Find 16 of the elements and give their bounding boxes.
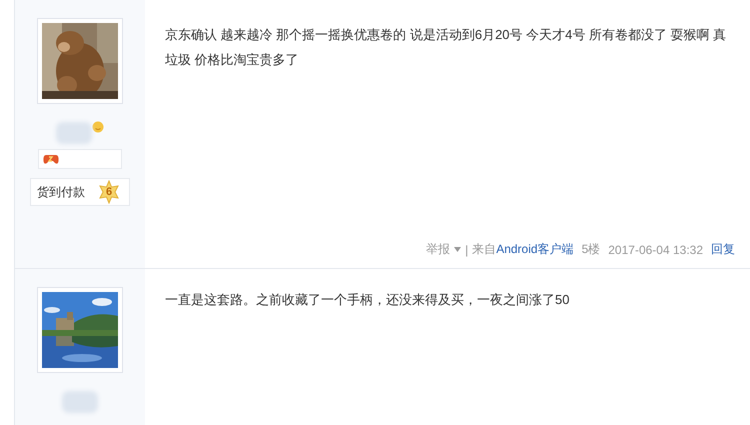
blurred-username [62,391,98,413]
smiley-icon [92,121,104,133]
reply-link[interactable]: 回复 [711,241,735,258]
post-text: 一直是这套路。之前收藏了一个手柄，还没来得及买，一夜之间涨了50 [165,291,570,309]
separator: | [465,242,468,256]
rank-level: 6 [106,186,112,198]
post-time: 2017-06-04 13:32 [608,242,703,256]
rank-label: 货到付款 [37,184,85,200]
source-link[interactable]: Android客户端 [496,242,574,256]
source-prefix: 来自 [472,242,496,256]
star-icon [97,180,121,204]
post-text: 京东确认 越来越冷 那个摇一摇换优惠卷的 说是活动到6月20号 今天才4号 所有卷都没了 耍猴啊 真垃圾 价格比淘宝贵多了 [165,26,727,69]
floor-number: 5楼 [582,241,600,258]
caret-icon[interactable] [454,247,462,252]
gamepad-icon [43,153,59,165]
blurred-username [56,122,92,144]
